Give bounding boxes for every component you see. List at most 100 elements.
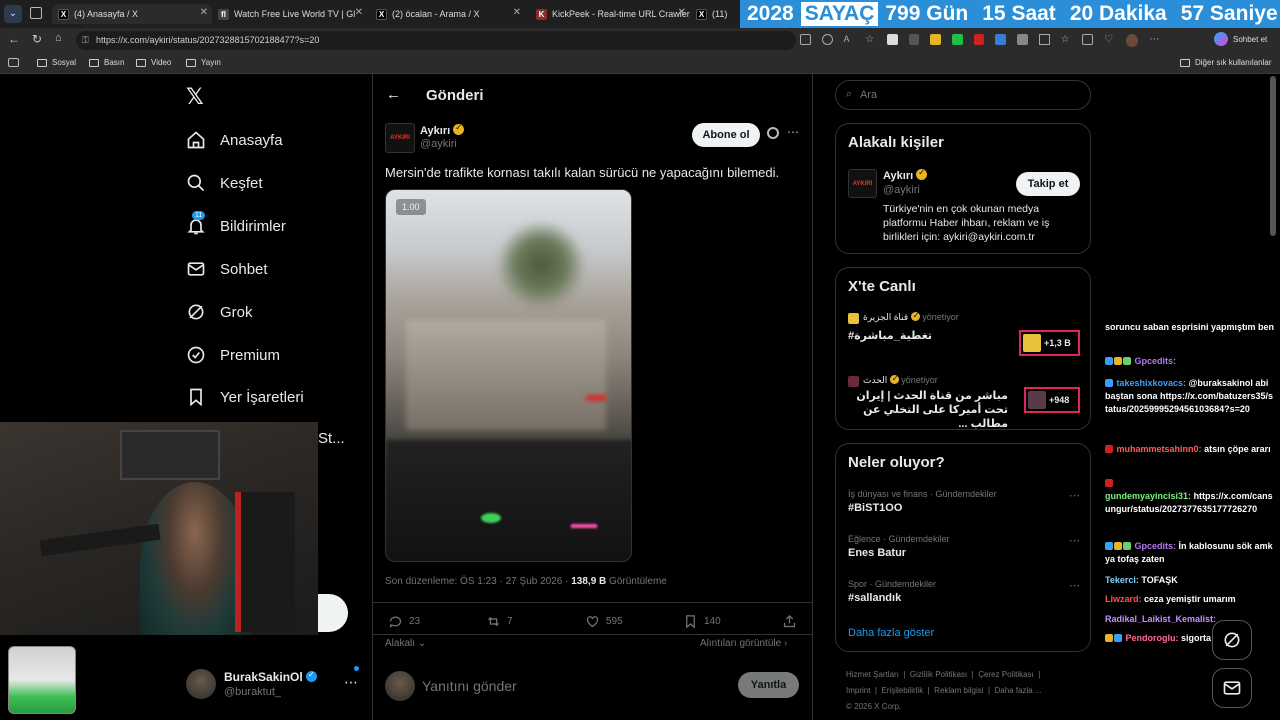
read-aloud-icon[interactable]: A	[844, 34, 855, 45]
footer-link[interactable]: Reklam bilgisi	[934, 686, 983, 695]
chat-user[interactable]: Gpcedits:	[1135, 541, 1177, 551]
playback-speed[interactable]: 1.00	[396, 199, 426, 215]
relevant-sort[interactable]: Alakalı ⌄	[385, 638, 426, 649]
zoom-icon[interactable]	[821, 34, 833, 45]
messages-float-button[interactable]	[1212, 668, 1252, 708]
extension-icon[interactable]	[800, 34, 811, 45]
tab-close-icon[interactable]: ✕	[678, 7, 686, 18]
reply-button[interactable]: Yanıtla	[738, 672, 799, 698]
nav-item-bookmarks[interactable]: Yer İşaretleri	[186, 387, 304, 407]
live-listeners[interactable]: +948	[1024, 387, 1080, 413]
grok-float-button[interactable]	[1212, 620, 1252, 660]
repost-action[interactable]: 7	[486, 614, 513, 629]
person-avatar[interactable]: AYKIRI	[848, 169, 877, 198]
footer-link[interactable]: Hizmet Şartları	[846, 670, 899, 679]
reload-icon[interactable]: ↻	[32, 32, 42, 46]
chat-user[interactable]: Pendoroglu:	[1126, 633, 1179, 643]
profile-avatar[interactable]	[1125, 34, 1139, 47]
bookmark-folder[interactable]: Basın	[89, 58, 124, 67]
extension-icon[interactable]	[886, 34, 898, 45]
tab-close-icon[interactable]: ✕	[355, 7, 363, 18]
footer-link[interactable]: Çerez Politikası	[978, 670, 1034, 679]
browser-tab[interactable]: fl Watch Free Live World TV | Gl ✕	[212, 4, 367, 24]
extension-icon[interactable]	[952, 34, 963, 45]
tab-actions-icon[interactable]	[30, 7, 42, 19]
author-name[interactable]: Aykırı	[420, 123, 465, 137]
bookmark-action[interactable]: 140	[683, 614, 721, 629]
view-quotes-link[interactable]: Alıntıları görüntüle ›	[700, 638, 787, 649]
tab-close-icon[interactable]: ✕	[200, 7, 208, 18]
footer-link[interactable]: Gizlilik Politikası	[910, 670, 967, 679]
more-icon[interactable]: ⋯	[344, 674, 358, 691]
extension-icon[interactable]	[973, 34, 985, 45]
footer-link[interactable]: Daha fazla ...	[995, 686, 1042, 695]
live-item[interactable]: قناة الجزيرة yönetiyor #تغطية_مباشرة +1,…	[848, 311, 1088, 362]
collections-icon[interactable]	[1082, 34, 1094, 45]
share-action[interactable]	[782, 614, 803, 629]
nav-item-explore[interactable]: Keşfet	[186, 173, 263, 193]
browser-essentials-icon[interactable]: ♡	[1104, 34, 1115, 45]
page-scrollbar[interactable]	[1270, 76, 1276, 236]
nav-item-chat[interactable]: Sohbet	[186, 259, 268, 279]
person-name[interactable]: Aykırı	[883, 168, 928, 182]
browser-tab[interactable]: X (11)	[690, 4, 740, 24]
author-avatar[interactable]: AYKIRI	[385, 123, 415, 153]
trend-item[interactable]: Spor · Gündemdekiler #sallandık ⋯	[848, 579, 1080, 604]
reading-list-icon[interactable]	[8, 58, 19, 67]
follow-button[interactable]: Takip et	[1016, 172, 1080, 196]
live-item[interactable]: الحدث yönetiyor مباشر من قناة الحدث | إي…	[848, 374, 1088, 430]
extension-icon[interactable]	[908, 34, 920, 45]
extension-icon[interactable]	[930, 34, 942, 45]
copilot-button[interactable]: Sohbet et	[1214, 32, 1267, 46]
browser-tab[interactable]: X (4) Anasayfa / X ✕	[52, 4, 212, 24]
nav-item-premium[interactable]: Premium	[186, 345, 280, 365]
other-bookmarks-folder[interactable]: Diğer sık kullanılanlar	[1180, 58, 1271, 67]
reply-action[interactable]: 23	[388, 614, 420, 629]
trend-item[interactable]: Eğlence · Gündemdekiler Enes Batur ⋯	[848, 534, 1080, 559]
chat-user[interactable]: Gpcedits:	[1135, 356, 1177, 366]
tab-close-icon[interactable]: ✕	[513, 7, 521, 18]
browser-tab[interactable]: X (2) öcalan - Arama / X ✕	[370, 4, 525, 24]
more-icon[interactable]: ⋯	[1069, 489, 1080, 502]
home-browser-icon[interactable]: ⌂	[55, 32, 62, 44]
account-switcher[interactable]: BurakSakinOl @buraktut_ ⋯	[186, 666, 362, 702]
back-icon[interactable]: ←	[8, 32, 20, 46]
bookmark-folder[interactable]: Yayın	[186, 58, 221, 67]
search-box[interactable]: ⌕ Ara	[835, 80, 1091, 110]
favorites-icon[interactable]: ☆	[1061, 34, 1072, 45]
back-arrow-icon[interactable]: ←	[386, 86, 401, 103]
show-more-link[interactable]: Daha fazla göster	[848, 627, 934, 639]
grok-analyze-icon[interactable]	[767, 127, 779, 139]
footer-link[interactable]: Imprint	[846, 686, 870, 695]
nav-item-home[interactable]: Anasayfa	[186, 130, 283, 150]
chat-user[interactable]: Liwzard:	[1105, 594, 1142, 604]
favorite-star-icon[interactable]: ☆	[865, 34, 876, 45]
more-icon[interactable]: ⋯	[1069, 579, 1080, 592]
more-icon[interactable]: ⋯	[1069, 534, 1080, 547]
chat-user[interactable]: Tekerci:	[1105, 575, 1139, 585]
url-input[interactable]: ⚿ https://x.com/aykiri/status/2027328815…	[76, 31, 796, 50]
nav-item-grok[interactable]: Grok	[186, 302, 253, 322]
nav-item-notifications[interactable]: Bildirimler 11	[186, 211, 286, 236]
chat-user[interactable]: takeshixkovacs:	[1117, 378, 1187, 388]
more-icon[interactable]: ⋯	[1149, 34, 1160, 45]
more-options-icon[interactable]: ⋯	[787, 125, 799, 139]
like-action[interactable]: 595	[585, 614, 623, 629]
tab-menu-button[interactable]: ⌄	[4, 5, 22, 23]
browser-tab[interactable]: K KickPeek - Real-time URL Crawler | ✕	[530, 4, 690, 24]
x-logo-icon[interactable]: 𝕏	[186, 84, 204, 110]
trend-item[interactable]: İş dünyası ve finans · Gündemdekiler #Bi…	[848, 489, 1080, 514]
bookmark-folder[interactable]: Video	[136, 58, 171, 67]
reply-input[interactable]	[422, 674, 722, 698]
video-player[interactable]: 1.00	[385, 189, 632, 562]
chat-user[interactable]: muhammetsahinn0:	[1117, 444, 1202, 454]
footer-link[interactable]: Erişilebilirlik	[881, 686, 923, 695]
extension-icon[interactable]	[1017, 34, 1028, 45]
extension-icon[interactable]	[995, 34, 1007, 45]
subscribe-button[interactable]: Abone ol	[692, 123, 760, 147]
split-screen-icon[interactable]	[1038, 34, 1050, 45]
author-handle[interactable]: @aykiri	[420, 138, 457, 150]
live-listeners[interactable]: +1,3 B	[1019, 330, 1080, 356]
bookmark-folder[interactable]: Sosyal	[37, 58, 76, 67]
chat-user[interactable]: gundemyayincisi31:	[1105, 491, 1191, 501]
